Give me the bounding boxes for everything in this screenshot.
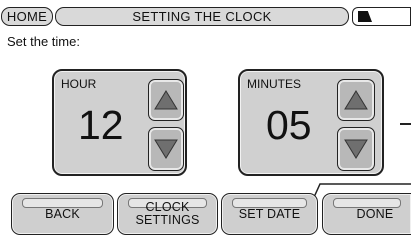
- instruction-text: Set the time:: [7, 34, 80, 49]
- set-date-button-label: SET DATE: [238, 206, 301, 221]
- minutes-panel: MINUTES 05: [238, 69, 384, 176]
- triangle-down-icon: [344, 139, 368, 159]
- minutes-up-button[interactable]: [337, 79, 375, 121]
- hour-down-button[interactable]: [148, 127, 184, 171]
- page-title-text: SETTING THE CLOCK: [132, 9, 272, 24]
- back-button[interactable]: BACK: [11, 193, 114, 235]
- triangle-down-icon: [154, 139, 178, 159]
- done-button[interactable]: DONE: [322, 193, 411, 235]
- triangle-up-icon: [344, 90, 368, 110]
- minutes-value: 05: [266, 102, 312, 148]
- hour-panel: HOUR 12: [52, 69, 187, 176]
- hour-up-button[interactable]: [148, 79, 184, 121]
- clock-settings-label-line2: SETTINGS: [135, 213, 200, 227]
- home-button-label: HOME: [6, 9, 48, 24]
- battery-icon: [352, 7, 411, 26]
- done-button-label: DONE: [356, 206, 394, 221]
- back-button-label: BACK: [45, 206, 80, 221]
- clock-settings-button[interactable]: CLOCK SETTINGS: [117, 193, 218, 235]
- minutes-down-button[interactable]: [337, 127, 375, 171]
- page-title: SETTING THE CLOCK: [55, 7, 349, 26]
- set-date-button[interactable]: SET DATE: [221, 193, 318, 235]
- hour-value: 12: [78, 102, 124, 148]
- hour-label: HOUR: [61, 77, 97, 91]
- triangle-up-icon: [154, 90, 178, 110]
- minutes-label: MINUTES: [247, 77, 301, 91]
- callout-line-right: [400, 123, 411, 125]
- home-button[interactable]: HOME: [1, 7, 53, 26]
